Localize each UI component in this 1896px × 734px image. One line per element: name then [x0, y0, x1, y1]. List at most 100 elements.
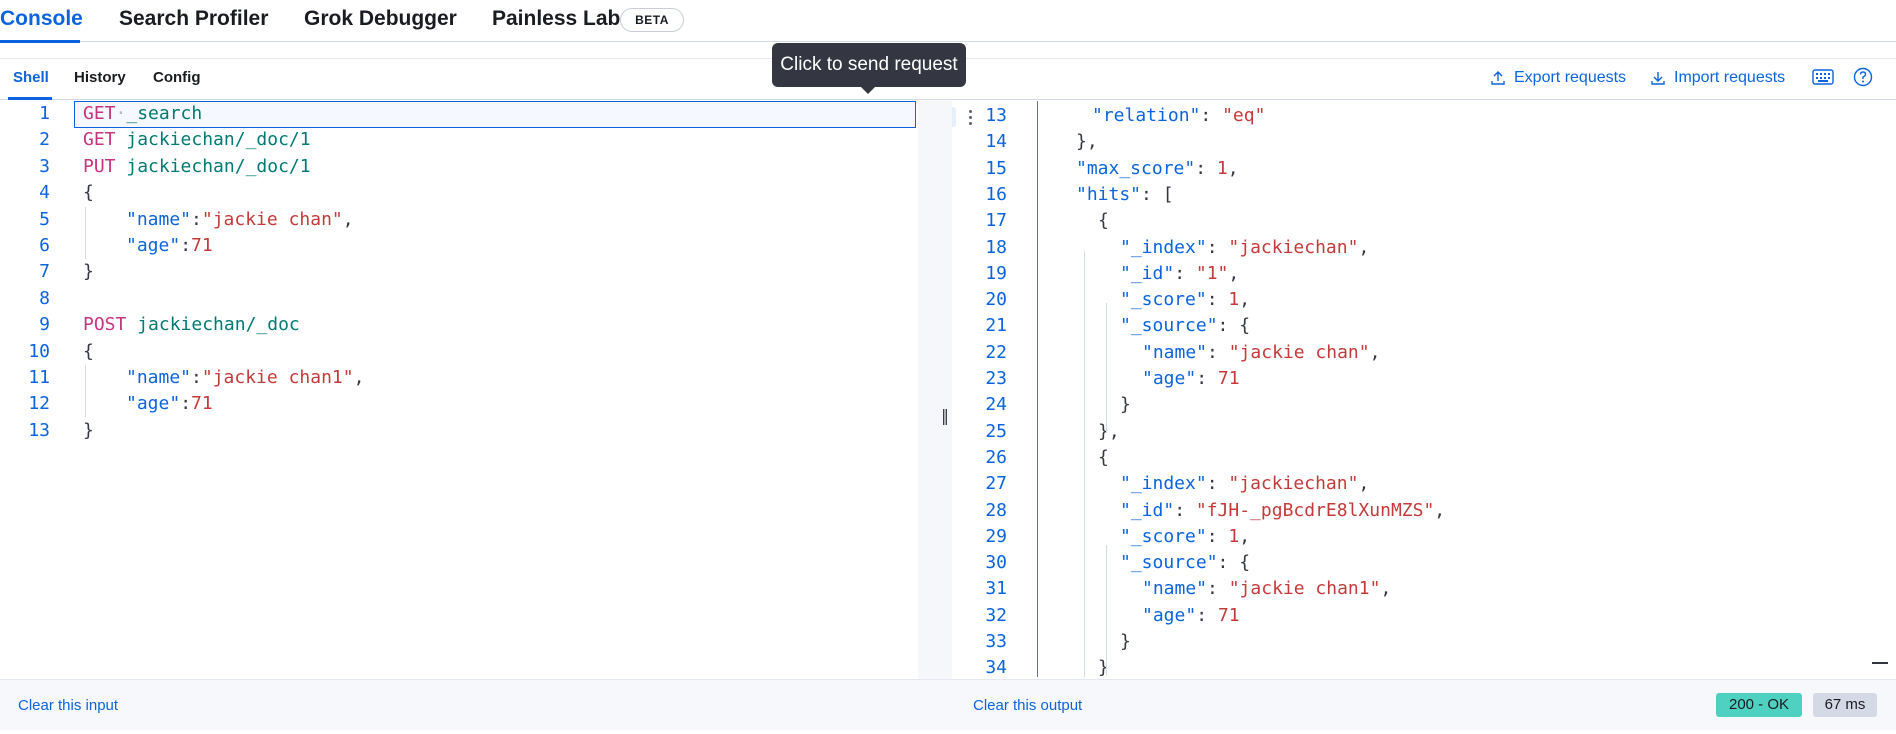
code-content: }, — [1076, 129, 1098, 155]
line-number: 28 — [985, 499, 1007, 521]
line-number: 13 — [28, 419, 50, 441]
json-key: "name" — [1142, 578, 1208, 600]
import-requests-button[interactable]: Import requests — [1650, 69, 1785, 87]
request-path: jackiechan/_doc — [137, 314, 300, 336]
line-number: 29 — [985, 525, 1007, 547]
json-separator: : — [191, 208, 202, 230]
code-line: 21 "_source": { — [952, 313, 1896, 339]
json-key: "_index" — [1120, 236, 1207, 258]
json-comma: , — [1358, 473, 1370, 495]
line-number: 23 — [985, 368, 1007, 389]
json-string-value: "jackiechan" — [1228, 236, 1359, 258]
code-line: 24} — [952, 392, 1896, 418]
clear-output-link[interactable]: Clear this output — [973, 697, 1082, 714]
json-comma: , — [342, 208, 354, 230]
line-number: 1 — [39, 103, 50, 124]
json-key: "age" — [1142, 368, 1197, 389]
json-string-value: "jackie chan" — [201, 208, 343, 230]
tab-history[interactable]: History — [74, 69, 126, 86]
json-number-value: 71 — [191, 235, 213, 256]
json-string-value: "jackie chan1" — [201, 367, 354, 388]
response-output[interactable]: 13 "relation": "eq" 14}, 15 "max_score": 1, 1… — [952, 101, 1896, 679]
json-separator: : — [1206, 525, 1229, 547]
status-badge: 200 - OK — [1716, 693, 1802, 717]
json-number-value: 1 — [1228, 289, 1240, 311]
code-content: } — [1120, 392, 1131, 418]
json-separator: : — [1217, 315, 1240, 337]
help-icon[interactable] — [1853, 67, 1873, 87]
shell-tab-indicator — [8, 97, 52, 100]
json-key: "_score" — [1120, 289, 1207, 311]
json-key: "hits" — [1076, 183, 1142, 205]
code-content: "name":"jackie chan1", — [126, 365, 364, 391]
keyboard-icon[interactable] — [1812, 68, 1834, 86]
json-bracket: } — [1120, 394, 1131, 416]
indent-guide — [1106, 545, 1107, 675]
http-method: POST — [83, 314, 127, 336]
json-separator: : — [180, 235, 192, 256]
code-line: 5 "name":"jackie chan", — [0, 207, 918, 233]
tab-grok-debugger[interactable]: Grok Debugger — [304, 6, 457, 32]
code-content: PUT jackiechan/_doc/1 — [83, 154, 311, 180]
line-number: 2 — [39, 129, 50, 151]
code-content: }, — [1098, 419, 1120, 445]
code-line: 9 POST jackiechan/_doc — [0, 312, 918, 338]
code-line: 13} — [0, 418, 918, 444]
code-content: GET jackiechan/_doc/1 — [83, 127, 311, 153]
resize-handle-icon[interactable]: ‖ — [941, 406, 949, 425]
tab-painless-lab[interactable]: Painless Lab — [492, 6, 620, 32]
code-line: 27 "_index": "jackiechan", — [952, 471, 1896, 497]
json-number-value: 71 — [1217, 604, 1240, 626]
tab-search-profiler[interactable]: Search Profiler — [119, 6, 268, 32]
export-requests-button[interactable]: Export requests — [1490, 69, 1626, 87]
code-line: 11 "name":"jackie chan1", — [0, 365, 918, 391]
json-bracket: { — [83, 182, 94, 204]
code-content: } — [83, 418, 94, 444]
json-comma: , — [1434, 499, 1446, 521]
export-requests-label: Export requests — [1514, 69, 1627, 86]
tab-config[interactable]: Config — [153, 69, 200, 86]
code-content: "_id": "fJH-_pgBcdrE8lXunMZS", — [1120, 498, 1445, 524]
json-separator: : — [1217, 552, 1240, 574]
code-line: 18 "_index": "jackiechan", — [952, 235, 1896, 261]
code-content: "relation": "eq" — [1092, 103, 1265, 129]
code-content: } — [83, 259, 94, 285]
console-footer: Clear this input Clear this output 200 -… — [0, 679, 1896, 730]
beta-badge: BETA — [620, 8, 684, 32]
code-line: 15 "max_score": 1, — [952, 156, 1896, 182]
import-requests-label: Import requests — [1674, 69, 1786, 86]
line-number: 4 — [39, 182, 50, 204]
http-method: GET — [83, 129, 116, 151]
code-content: "age":71 — [126, 391, 213, 417]
code-line: 29 "_score": 1, — [952, 524, 1896, 550]
clear-input-link[interactable]: Clear this input — [18, 697, 118, 714]
line-number: 5 — [39, 208, 50, 230]
code-line: 20 "_score": 1, — [952, 287, 1896, 313]
line-number: 24 — [985, 394, 1007, 416]
json-key: "name" — [126, 208, 192, 230]
code-content: POST jackiechan/_doc — [83, 312, 300, 338]
line-number: 22 — [985, 341, 1007, 363]
code-content: "age":71 — [126, 233, 213, 259]
json-separator: : — [180, 393, 192, 415]
code-line: 7} — [0, 259, 918, 285]
line-number: 26 — [985, 446, 1007, 468]
json-key: "_index" — [1120, 473, 1207, 495]
tab-console[interactable]: Console — [0, 6, 83, 32]
line-number: 7 — [39, 261, 50, 283]
json-bracket: } — [1120, 631, 1131, 652]
code-content: "_score": 1, — [1120, 524, 1250, 550]
tab-shell[interactable]: Shell — [13, 69, 49, 86]
json-separator: : — [1196, 368, 1218, 389]
json-number-value: 71 — [1217, 368, 1240, 389]
request-editor[interactable]: 1 GET·_search 2 GET jackiechan/_doc/1 3 PUT j… — [0, 101, 972, 679]
code-content: "name": "jackie chan", — [1142, 340, 1380, 366]
code-line: 13 "relation": "eq" — [952, 103, 1896, 129]
line-number: 32 — [985, 604, 1007, 626]
code-content: "age": 71 — [1142, 603, 1240, 629]
code-line: 32 "age": 71 — [952, 603, 1896, 629]
json-key: "max_score" — [1076, 157, 1196, 179]
json-separator: : — [1141, 183, 1163, 205]
line-number: 9 — [39, 314, 50, 336]
json-bracket: { — [1239, 552, 1251, 574]
